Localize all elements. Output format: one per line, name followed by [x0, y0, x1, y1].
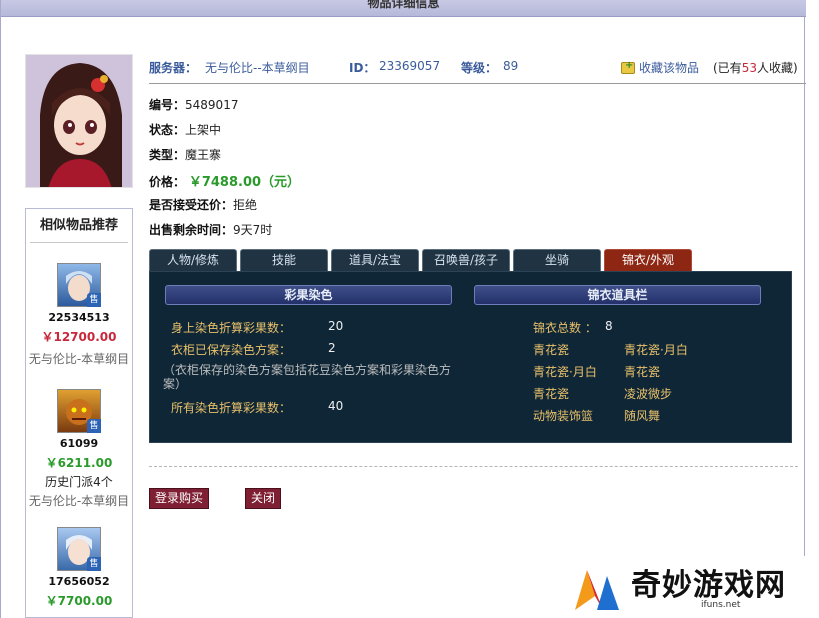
favorite-count-prefix: (已有 — [713, 61, 742, 75]
similar-item-id: 17656052 — [48, 575, 110, 588]
outfit-item: 青花瓷 — [624, 365, 661, 379]
dye-row-value: 2 — [328, 341, 336, 355]
page-title: 物品详细信息 — [367, 0, 440, 10]
dye-row-value: 40 — [328, 399, 344, 413]
favorite-count: (已有53人收藏) — [713, 59, 798, 76]
dye-row-value: 20 — [328, 319, 344, 333]
level-value: 89 — [503, 59, 519, 73]
similar-item-price: ￥6211.00 — [45, 456, 113, 470]
remaining-value: 9天7时 — [233, 223, 273, 237]
detail-status: 状态：上架中 — [149, 121, 221, 138]
outfit-item: 凌波微步 — [624, 387, 673, 401]
bargain-label: 是否接受还价： — [149, 198, 234, 212]
server-label: 服务器： — [149, 61, 198, 75]
similar-item-price: ￥7700.00 — [45, 594, 113, 608]
number-value: 5489017 — [185, 98, 239, 112]
divider — [149, 466, 798, 467]
page-frame: 物品详细信息 相似物品推荐 售 22534513 ￥12700.00 无与伦比-… — [0, 0, 806, 618]
id-value: 23369057 — [379, 59, 441, 73]
close-button[interactable]: 关闭 — [245, 488, 282, 509]
sale-badge: 售 — [87, 557, 101, 571]
site-watermark: 奇妙游戏网 ifuns.net — [569, 556, 819, 618]
detail-type: 类型：魔王寨 — [149, 146, 221, 163]
similar-item-thumbnail[interactable]: 售 — [57, 389, 101, 433]
favorite-count-suffix: 人收藏) — [756, 61, 798, 75]
login-buy-button[interactable]: 登录购买 — [149, 488, 210, 509]
dye-row-label: 衣柜已保存染色方案： — [171, 343, 292, 357]
price-label: 价格： — [149, 175, 186, 189]
type-value: 魔王寨 — [185, 148, 222, 162]
similar-item[interactable]: 售 22534513 ￥12700.00 无与伦比-本草纲目 — [26, 263, 132, 367]
dye-note: （衣柜保存的染色方案包括花豆染色方案和彩果染色方案） — [163, 363, 452, 391]
tab-summons[interactable]: 召唤兽/孩子 — [422, 249, 510, 271]
id-label: ID： — [349, 61, 376, 75]
outfit-total-label: 锦衣总数 ： — [533, 321, 597, 335]
tab-skills[interactable]: 技能 — [240, 249, 328, 271]
similar-item[interactable]: 售 61099 ￥6211.00 历史门派4个 无与伦比-本草纲目 — [26, 389, 132, 509]
outfit-item: 动物装饰篮 — [533, 409, 594, 423]
similar-items-title: 相似物品推荐 — [30, 209, 128, 243]
similar-item-server: 无与伦比-本草纲目 — [28, 352, 130, 366]
detail-bargain: 是否接受还价：拒绝 — [149, 196, 257, 213]
similar-item-thumbnail[interactable]: 售 — [57, 527, 101, 571]
favorite-link-label[interactable]: 收藏该物品 — [639, 61, 699, 75]
item-info-row: 服务器： 无与伦比--本草纲目 ID： 23369057 等级： 89 收藏该物… — [149, 58, 806, 84]
type-label: 类型： — [149, 148, 186, 162]
dye-section-header: 彩果染色 — [165, 285, 452, 305]
detail-remaining: 出售剩余时间：9天7时 — [149, 221, 272, 238]
similar-item-server: 无与伦比-本草纲目 — [28, 494, 130, 508]
price-value: ￥7488.00（元） — [188, 175, 301, 190]
dye-row-label: 所有染色折算彩果数： — [171, 401, 292, 415]
similar-item-id: 22534513 — [48, 311, 110, 324]
sale-badge: 售 — [87, 293, 101, 307]
tab-character[interactable]: 人物/修炼 — [149, 249, 237, 271]
character-portrait-image — [26, 55, 132, 187]
remaining-label: 出售剩余时间： — [149, 223, 234, 237]
character-portrait — [25, 54, 133, 188]
watermark-url: ifuns.net — [701, 600, 741, 610]
tab-items[interactable]: 道具/法宝 — [331, 249, 419, 271]
outfit-item: 青花瓷 — [533, 387, 570, 401]
favorite-count-number: 53 — [741, 61, 757, 75]
detail-price: 价格： ￥7488.00（元） — [149, 171, 300, 190]
outfit-item: 青花瓷 — [533, 343, 570, 357]
outfit-item: 随风舞 — [624, 409, 661, 423]
similar-item[interactable]: 售 17656052 ￥7700.00 — [26, 527, 132, 609]
outfit-panel: 彩果染色 锦衣道具栏 身上染色折算彩果数： 20 衣柜已保存染色方案： 2 （衣… — [149, 271, 792, 443]
similar-item-id: 61099 — [59, 437, 99, 450]
similar-item-history: 历史门派4个 — [45, 475, 113, 489]
sale-badge: 售 — [87, 419, 101, 433]
wardrobe-section-header: 锦衣道具栏 — [474, 285, 761, 305]
outfit-item: 青花瓷·月白 — [624, 343, 688, 357]
watermark-text: 奇妙游戏网 — [631, 568, 786, 603]
similar-items-panel: 相似物品推荐 售 22534513 ￥12700.00 无与伦比-本草纲目 售 … — [25, 208, 133, 618]
outfit-item: 青花瓷·月白 — [533, 365, 597, 379]
bargain-value: 拒绝 — [233, 198, 258, 212]
title-bar: 物品详细信息 — [1, 0, 806, 17]
status-value: 上架中 — [185, 123, 222, 137]
similar-item-price: ￥12700.00 — [41, 330, 117, 344]
similar-item-thumbnail[interactable]: 售 — [57, 263, 101, 307]
status-label: 状态： — [149, 123, 186, 137]
detail-number: 编号：5489017 — [149, 96, 238, 113]
number-label: 编号： — [149, 98, 186, 112]
dye-row-label: 身上染色折算彩果数： — [171, 321, 292, 335]
server-value: 无与伦比--本草纲目 — [205, 61, 310, 75]
site-logo-icon — [575, 570, 619, 610]
favorite-link[interactable]: 收藏该物品 — [621, 59, 699, 76]
favorite-folder-icon — [621, 60, 635, 74]
outfit-total-value: 8 — [605, 319, 613, 333]
level-label: 等级： — [461, 61, 498, 75]
tab-mount[interactable]: 坐骑 — [513, 249, 601, 271]
tab-outfit[interactable]: 锦衣/外观 — [604, 249, 692, 271]
